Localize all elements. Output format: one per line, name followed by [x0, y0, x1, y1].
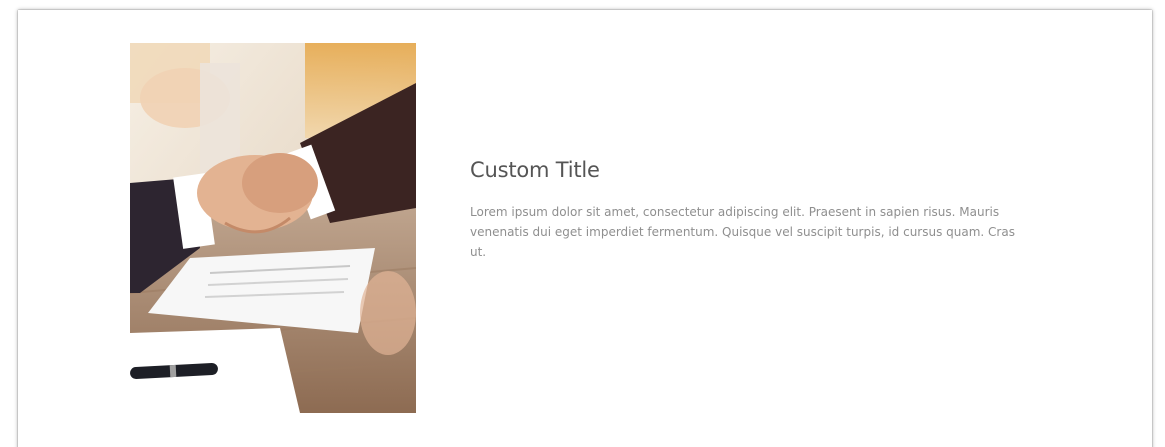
card-text: Custom Title Lorem ipsum dolor sit amet,… — [470, 158, 1030, 262]
page: Custom Title Lorem ipsum dolor sit amet,… — [0, 0, 1165, 447]
card-body: Lorem ipsum dolor sit amet, consectetur … — [470, 205, 1015, 259]
content-card: Custom Title Lorem ipsum dolor sit amet,… — [18, 10, 1152, 447]
handshake-image — [130, 43, 416, 413]
card-title: Custom Title — [470, 158, 600, 182]
